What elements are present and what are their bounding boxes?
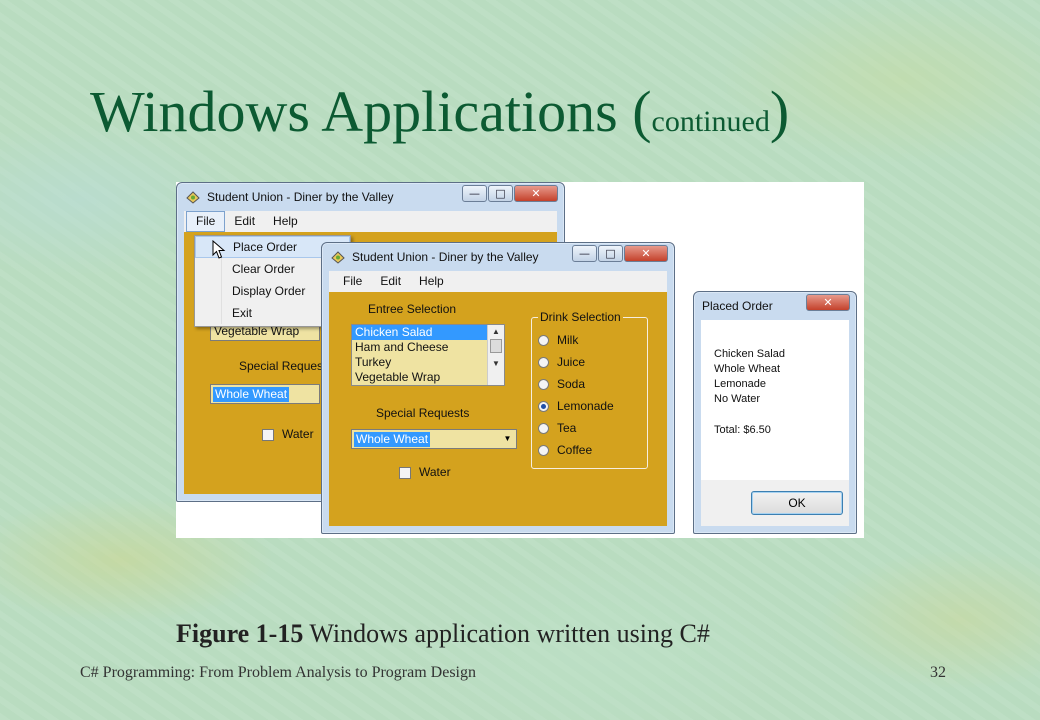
close-button[interactable]: ✕ [624,245,668,262]
front-window-title: Student Union - Diner by the Valley [352,250,539,264]
entree-item[interactable]: Turkey [352,355,504,370]
order-total: Total: $6.50 [714,424,771,436]
entree-item[interactable]: Chicken Salad [352,325,504,340]
special-requests-label: Special Requests [376,406,470,420]
order-line: Lemonade [714,378,766,390]
radio-circle [538,445,549,457]
back-water-checkbox[interactable]: Water [262,427,314,441]
app-icon [330,249,346,265]
footer-book-title: C# Programming: From Problem Analysis to… [80,664,476,681]
menu-help[interactable]: Help [410,272,453,291]
back-special-requests-combo[interactable]: Whole Wheat [210,384,320,404]
dialog-title: Placed Order [702,299,773,313]
drink-label: Lemonade [557,399,614,413]
slide-title-main: Windows Applications ( [90,79,652,144]
slide-title-continued: continued [651,105,770,138]
drink-radio-coffee[interactable]: Coffee [538,443,592,457]
figure-caption: Figure 1-15 Windows application written … [176,619,710,649]
front-window-controls: — □ ✕ [572,245,668,262]
entree-item[interactable]: Vegetable Wrap [352,370,504,385]
drink-selection-label: Drink Selection [538,310,623,324]
order-line: Whole Wheat [714,363,781,375]
water-checkbox[interactable]: Water [399,465,451,479]
radio-circle [538,379,549,391]
radio-circle [538,423,549,435]
order-line: No Water [714,393,761,405]
drink-label: Soda [557,377,586,391]
checkbox-box [262,428,274,441]
chevron-down-icon[interactable]: ▼ [499,430,516,448]
entree-item[interactable]: Ham and Cheese [352,340,504,355]
checkbox-box [399,466,411,479]
minimize-button[interactable]: — [462,185,487,202]
menu-edit[interactable]: Edit [225,212,264,231]
slide-title-close: ) [769,79,790,144]
ok-button[interactable]: OK [751,491,843,515]
figure-canvas: Student Union - Diner by the Valley — □ … [176,182,864,538]
page-number: 32 [930,664,946,681]
entree-selection-label: Entree Selection [368,302,457,316]
special-requests-value: Whole Wheat [354,432,431,447]
menu-file[interactable]: File [329,272,371,291]
drink-label: Tea [557,421,577,435]
app-icon [185,189,201,205]
figure-number: Figure 1-15 [176,619,304,648]
back-water-label: Water [282,427,314,441]
front-window: Student Union - Diner by the Valley — □ … [321,242,675,534]
drink-label: Juice [557,355,586,369]
radio-circle-selected [538,401,549,413]
dialog-controls: ✕ [806,294,850,311]
close-button[interactable]: ✕ [806,294,850,311]
drink-label: Coffee [557,443,593,457]
back-window-menubar: File Edit Help [184,211,557,232]
water-label: Water [419,465,451,479]
maximize-button[interactable]: □ [598,245,623,262]
slide-title: Windows Applications (continued) [90,78,789,145]
drink-label: Milk [557,333,579,347]
drink-radio-soda[interactable]: Soda [538,377,585,391]
menu-edit[interactable]: Edit [371,272,410,291]
placed-order-dialog: Placed Order ✕ Chicken Salad Whole Wheat… [693,291,857,534]
menu-file[interactable]: File [186,211,226,232]
entree-listbox[interactable]: Chicken Salad Ham and Cheese Turkey Vege… [351,324,505,386]
scroll-up-icon[interactable]: ▲ [488,325,504,338]
mouse-pointer-icon [212,239,226,263]
back-window-controls: — □ ✕ [462,185,558,202]
back-special-requests-value: Whole Wheat [213,387,290,402]
special-requests-combo[interactable]: Whole Wheat ▼ [351,429,517,449]
front-window-menubar: File Edit Help [329,271,667,292]
minimize-button[interactable]: — [572,245,597,262]
entree-scrollbar[interactable]: ▲ ▼ [487,325,504,385]
dialog-client: Chicken Salad Whole Wheat Lemonade No Wa… [701,320,849,526]
figure-caption-text: Windows application written using C# [303,619,710,648]
front-window-client: Entree Selection Chicken Salad Ham and C… [329,292,667,526]
radio-circle [538,335,549,347]
drink-radio-lemonade[interactable]: Lemonade [538,399,614,413]
back-window-title: Student Union - Diner by the Valley [207,190,394,204]
close-button[interactable]: ✕ [514,185,558,202]
back-special-requests-label: Special Requests [239,359,333,373]
maximize-button[interactable]: □ [488,185,513,202]
drink-radio-milk[interactable]: Milk [538,333,578,347]
menu-help[interactable]: Help [264,212,307,231]
dialog-message-area: Chicken Salad Whole Wheat Lemonade No Wa… [701,320,849,480]
drink-radio-juice[interactable]: Juice [538,355,585,369]
drink-selection-group: Drink Selection Milk Juice Soda Lemonade… [531,310,648,469]
scroll-thumb[interactable] [490,339,502,353]
order-line: Chicken Salad [714,348,785,360]
drink-radio-tea[interactable]: Tea [538,421,576,435]
scroll-down-icon[interactable]: ▼ [488,357,504,370]
radio-circle [538,357,549,369]
